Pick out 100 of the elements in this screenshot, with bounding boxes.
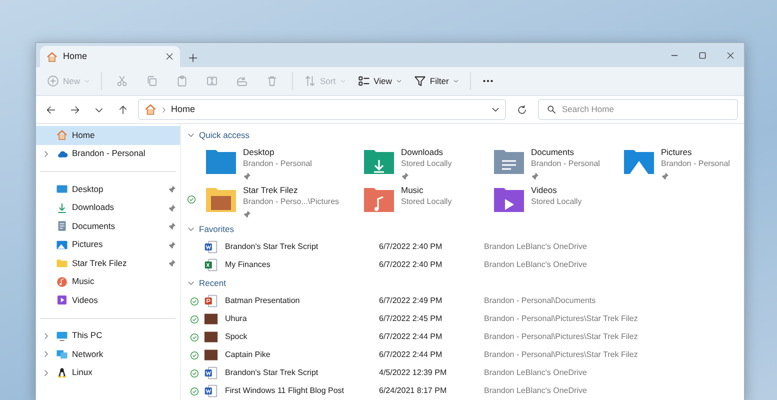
share-icon <box>236 75 248 87</box>
file-name: My Finances <box>224 259 272 271</box>
folder-name: Downloads <box>401 147 444 158</box>
rename-icon <box>206 75 218 87</box>
collapse-chevron-icon[interactable] <box>187 225 195 233</box>
file-row[interactable]: My Finances 6/7/2022 2:40 PM Brandon LeBlanc's OneDrive <box>187 256 744 274</box>
pin-icon <box>168 240 176 249</box>
file-name: Batman Presentation <box>224 295 301 307</box>
file-date: 6/7/2022 2:40 PM <box>379 241 444 253</box>
file-name: Spock <box>224 331 248 343</box>
house-icon <box>144 103 157 116</box>
word-document-icon <box>204 366 218 380</box>
collapse-chevron-icon[interactable] <box>187 279 195 287</box>
quick-access-item[interactable]: Star Trek Filez Brandon - Perso...\Pictures <box>187 182 345 220</box>
section-heading: Quick access <box>199 128 250 142</box>
chevron-down-icon[interactable] <box>491 105 500 114</box>
photo-placeholder <box>204 330 218 344</box>
sidebar-item[interactable]: Network <box>36 345 180 364</box>
quick-access-item[interactable]: Downloads Stored Locally <box>345 144 475 182</box>
tab[interactable]: Home <box>40 46 180 67</box>
search-field[interactable]: Search Home <box>538 99 738 120</box>
sidebar-item[interactable]: This PC <box>36 326 180 345</box>
folder-location: Brandon - Personal <box>531 158 600 169</box>
pin-icon <box>168 259 176 268</box>
sync-check-icon <box>187 195 196 204</box>
close-tab-button[interactable] <box>165 52 174 61</box>
folder-icon <box>205 185 237 213</box>
sidebar-item[interactable]: Desktop <box>36 180 180 198</box>
file-location: Brandon LeBlanc's OneDrive <box>484 385 587 397</box>
pin-icon <box>168 204 176 212</box>
search-icon <box>547 105 556 114</box>
expand-chevron-icon[interactable] <box>42 368 50 377</box>
folder-location: Stored Locally <box>401 196 452 207</box>
sidebar-item[interactable]: Downloads <box>36 198 180 217</box>
sidebar-item[interactable]: Videos <box>36 291 180 310</box>
expand-chevron-icon[interactable] <box>42 350 50 358</box>
file-row[interactable]: Uhura 6/7/2022 2:45 PM Brandon - Personal\Pictures\Star Trek Filez <box>187 310 744 328</box>
expand-chevron-icon[interactable] <box>42 150 50 158</box>
view-button[interactable]: View <box>352 70 407 92</box>
file-name: Uhura <box>224 313 248 325</box>
filter-icon <box>414 75 426 87</box>
folder-location: Stored Locally <box>401 158 452 169</box>
breadcrumb-chevron-icon <box>161 106 167 112</box>
video-icon <box>56 294 68 306</box>
filter-button[interactable]: Filter <box>408 70 464 92</box>
sync-check-icon <box>190 332 198 342</box>
clipboard-icon <box>176 75 188 87</box>
spreadsheet-icon <box>204 258 218 272</box>
file-date: 6/24/2021 8:17 PM <box>379 385 448 397</box>
quick-access-item[interactable]: Documents Brandon - Personal <box>475 144 605 182</box>
sidebar-item[interactable]: Pictures <box>36 236 180 254</box>
file-row[interactable]: Spock 6/7/2022 2:44 PM Brandon - Personal\Pictures\Star Trek Filez <box>187 328 744 346</box>
sidebar-item[interactable]: Home <box>36 126 180 144</box>
photo-placeholder <box>204 312 218 326</box>
sidebar-item[interactable]: Linux <box>36 364 180 382</box>
plus-icon <box>188 53 198 63</box>
copy-icon <box>146 75 158 87</box>
expand-chevron-icon[interactable] <box>42 332 50 340</box>
sync-check-icon <box>190 350 198 360</box>
house-icon <box>46 50 58 62</box>
file-date: 4/5/2022 12:39 PM <box>379 367 448 379</box>
file-date: 6/7/2022 2:44 PM <box>379 349 444 361</box>
maximize-icon <box>698 50 706 60</box>
file-date: 6/7/2022 2:44 PM <box>379 331 444 343</box>
presentation-icon <box>204 294 218 308</box>
folder-location: Brandon - Personal <box>661 158 730 169</box>
new-tab-button[interactable] <box>188 53 198 63</box>
file-row[interactable]: Captain Pike 6/7/2022 2:44 PM Brandon - Personal\Pictures\Star Trek Filez <box>187 346 744 364</box>
sidebar-item[interactable]: Music <box>36 272 180 291</box>
forward-arrow-icon <box>70 104 80 114</box>
word-document-icon <box>204 240 218 254</box>
caret-icon <box>452 78 459 84</box>
file-location: Brandon LeBlanc's OneDrive <box>484 367 587 379</box>
add-icon <box>47 75 59 87</box>
file-row[interactable]: First Windows 11 Flight Blog Post 6/24/2021 8:17 PM Brandon LeBlanc's OneDrive <box>187 382 744 400</box>
sidebar-item[interactable]: Documents <box>36 217 180 236</box>
network-icon <box>56 348 68 360</box>
breadcrumb[interactable]: Home <box>171 102 196 116</box>
file-row[interactable]: Brandon's Star Trek Script 4/5/2022 12:39 PM Brandon LeBlanc's OneDrive <box>187 364 744 382</box>
list-view-icon <box>358 75 370 87</box>
quick-access-item[interactable]: Videos Stored Locally <box>475 182 605 220</box>
file-date: 6/7/2022 2:49 PM <box>379 295 444 307</box>
refresh-icon <box>517 104 527 114</box>
penguin-icon <box>56 366 68 379</box>
address-bar[interactable]: Home <box>138 99 506 120</box>
sync-check-icon <box>190 296 198 306</box>
collapse-chevron-icon[interactable] <box>187 131 195 139</box>
quick-access-item[interactable]: Music Stored Locally <box>345 182 475 220</box>
quick-access-item[interactable]: Pictures Brandon - Personal <box>605 144 735 182</box>
file-row[interactable]: Brandon's Star Trek Script 6/7/2022 2:40 PM Brandon LeBlanc's OneDrive <box>187 238 744 256</box>
sidebar-item[interactable]: Star Trek Filez <box>36 254 180 272</box>
caret-icon <box>396 78 402 84</box>
quick-access-item[interactable]: Desktop Brandon - Personal <box>187 144 345 182</box>
file-row[interactable]: Batman Presentation 6/7/2022 2:49 PM Brandon - Personal\Documents <box>187 292 744 310</box>
file-name: First Windows 11 Flight Blog Post <box>224 385 346 397</box>
folder-location: Stored Locally <box>531 196 582 207</box>
pin-icon <box>243 172 251 180</box>
pin-icon <box>168 222 176 230</box>
sidebar-item[interactable]: Brandon - Personal <box>36 144 180 163</box>
sync-check-icon <box>190 314 198 324</box>
